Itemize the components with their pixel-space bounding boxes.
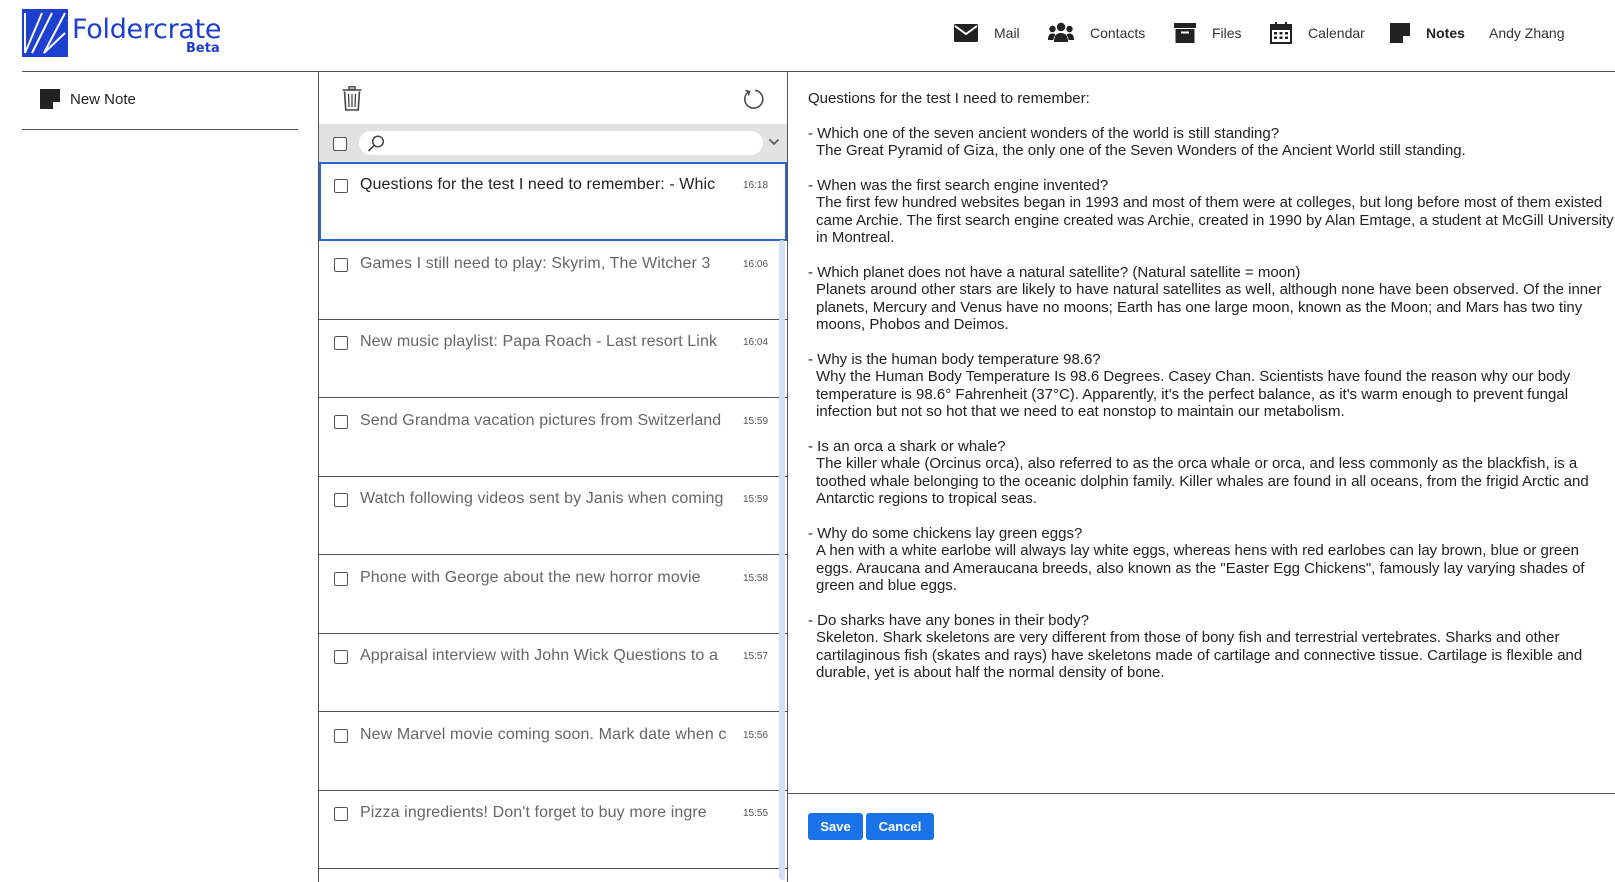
- note-time: 16:06: [743, 259, 769, 270]
- qa-block: - Is an orca a shark or whale? The kille…: [808, 438, 1615, 508]
- question: - Which one of the seven ancient wonders…: [808, 124, 1280, 142]
- new-note-label: New Note: [70, 90, 136, 108]
- calendar-icon: [1270, 22, 1292, 44]
- qa-block: - Do sharks have any bones in their body…: [808, 612, 1615, 682]
- note-time: 15:57: [743, 651, 769, 662]
- note-editor[interactable]: Questions for the test I need to remembe…: [808, 90, 1615, 790]
- answer: Planets around other stars are likely to…: [816, 281, 1602, 333]
- beta-badge: Beta: [186, 41, 220, 56]
- search-icon: [367, 135, 385, 152]
- foldercrate-logo-icon[interactable]: [22, 9, 68, 57]
- note-title: Appraisal interview with John Wick Quest…: [360, 647, 718, 664]
- nav-label: Files: [1212, 25, 1242, 41]
- note-icon: [1390, 23, 1410, 43]
- note-checkbox[interactable]: [334, 258, 348, 272]
- answer: Skeleton. Shark skeletons are very diffe…: [816, 629, 1583, 681]
- note-time: 15:56: [743, 730, 769, 741]
- answer: A hen with a white earlobe will always l…: [816, 542, 1585, 594]
- qa-block: - Why is the human body temperature 98.6…: [808, 351, 1615, 421]
- nav-files[interactable]: Files: [1174, 23, 1242, 43]
- select-all-checkbox[interactable]: [333, 137, 347, 151]
- question: - Why is the human body temperature 98.6…: [808, 350, 1101, 368]
- user-name[interactable]: Andy Zhang: [1489, 25, 1565, 41]
- note-title: Watch following videos sent by Janis whe…: [360, 490, 724, 507]
- nav-mail[interactable]: Mail: [954, 24, 1020, 42]
- qa-block: - When was the first search engine inven…: [808, 177, 1615, 247]
- note-checkbox[interactable]: [334, 179, 348, 193]
- note-time: 15:59: [743, 416, 769, 427]
- note-row[interactable]: New Marvel movie coming soon. Mark date …: [319, 712, 787, 791]
- note-checkbox[interactable]: [334, 415, 348, 429]
- note-row[interactable]: Send Grandma vacation pictures from Swit…: [319, 398, 787, 477]
- note-row[interactable]: Games I still need to play: Skyrim, The …: [319, 241, 787, 320]
- notes-list: Questions for the test I need to remembe…: [319, 162, 787, 882]
- note-row[interactable]: Appraisal interview with John Wick Quest…: [319, 633, 787, 712]
- note-time: 15:58: [743, 573, 769, 584]
- chevron-down-icon[interactable]: [768, 137, 780, 147]
- nav-label: Calendar: [1308, 25, 1365, 41]
- answer: The Great Pyramid of Giza, the only one …: [816, 142, 1466, 159]
- note-title: Games I still need to play: Skyrim, The …: [360, 255, 711, 272]
- search-input[interactable]: [359, 131, 763, 155]
- new-note-button[interactable]: New Note: [40, 89, 136, 109]
- contacts-icon: [1048, 22, 1074, 42]
- editor-intro: Questions for the test I need to remembe…: [808, 90, 1090, 107]
- note-time: 16:04: [743, 337, 769, 348]
- note-checkbox[interactable]: [334, 572, 348, 586]
- note-row[interactable]: Phone with George about the new horror m…: [319, 555, 787, 634]
- archive-box-icon: [1174, 23, 1196, 43]
- question: - Why do some chickens lay green eggs?: [808, 524, 1083, 542]
- header-divider: [22, 71, 1615, 72]
- answer: Why the Human Body Temperature Is 98.6 D…: [816, 368, 1571, 420]
- note-checkbox[interactable]: [334, 493, 348, 507]
- cancel-button[interactable]: Cancel: [866, 813, 934, 840]
- question: - When was the first search engine inven…: [808, 176, 1109, 194]
- qa-block: - Why do some chickens lay green eggs? A…: [808, 525, 1615, 595]
- qa-block: - Which planet does not have a natural s…: [808, 264, 1615, 334]
- editor-footer-divider: [788, 793, 1615, 794]
- save-button[interactable]: Save: [808, 813, 863, 840]
- note-row[interactable]: New music playlist: Papa Roach - Last re…: [319, 319, 787, 398]
- note-title: Send Grandma vacation pictures from Swit…: [360, 412, 722, 429]
- list-scrollbar[interactable]: [779, 240, 785, 880]
- note-title: Phone with George about the new horror m…: [360, 569, 701, 586]
- nav-notes[interactable]: Notes: [1390, 23, 1465, 43]
- nav-calendar[interactable]: Calendar: [1270, 22, 1365, 44]
- note-title: New Marvel movie coming soon. Mark date …: [360, 726, 727, 743]
- note-time: 15:55: [743, 808, 769, 819]
- note-time: 15:59: [743, 494, 769, 505]
- note-row[interactable]: Questions for the test I need to remembe…: [319, 162, 787, 241]
- trash-icon[interactable]: [342, 86, 362, 111]
- refresh-icon[interactable]: [742, 87, 766, 111]
- answer: The killer whale (Orcinus orca), also re…: [816, 455, 1589, 507]
- nav-label: Contacts: [1090, 25, 1146, 41]
- note-checkbox[interactable]: [334, 729, 348, 743]
- nav-label: Notes: [1426, 25, 1465, 41]
- note-time: 16:18: [743, 180, 769, 191]
- app-header: Foldercrate Beta Mail Contacts Files Cal…: [0, 0, 1615, 72]
- search-bar: [319, 124, 787, 162]
- answer: The first few hundred websites began in …: [816, 194, 1614, 246]
- note-row[interactable]: Pizza ingredients! Don't forget to buy m…: [319, 790, 787, 869]
- question: - Is an orca a shark or whale?: [808, 437, 1006, 455]
- note-title: New music playlist: Papa Roach - Last re…: [360, 333, 718, 350]
- question: - Which planet does not have a natural s…: [808, 263, 1301, 281]
- nav-label: Mail: [994, 25, 1020, 41]
- list-right-border: [787, 72, 788, 882]
- note-checkbox[interactable]: [334, 807, 348, 821]
- sidebar-divider: [22, 129, 298, 130]
- question: - Do sharks have any bones in their body…: [808, 611, 1089, 629]
- note-icon: [40, 89, 60, 109]
- qa-block: - Which one of the seven ancient wonders…: [808, 125, 1615, 160]
- nav-contacts[interactable]: Contacts: [1048, 22, 1145, 44]
- note-title: Pizza ingredients! Don't forget to buy m…: [360, 804, 707, 821]
- note-title: Questions for the test I need to remembe…: [360, 176, 716, 193]
- envelope-icon: [954, 24, 978, 42]
- note-checkbox[interactable]: [334, 650, 348, 664]
- note-row[interactable]: Watch following videos sent by Janis whe…: [319, 476, 787, 555]
- note-checkbox[interactable]: [334, 336, 348, 350]
